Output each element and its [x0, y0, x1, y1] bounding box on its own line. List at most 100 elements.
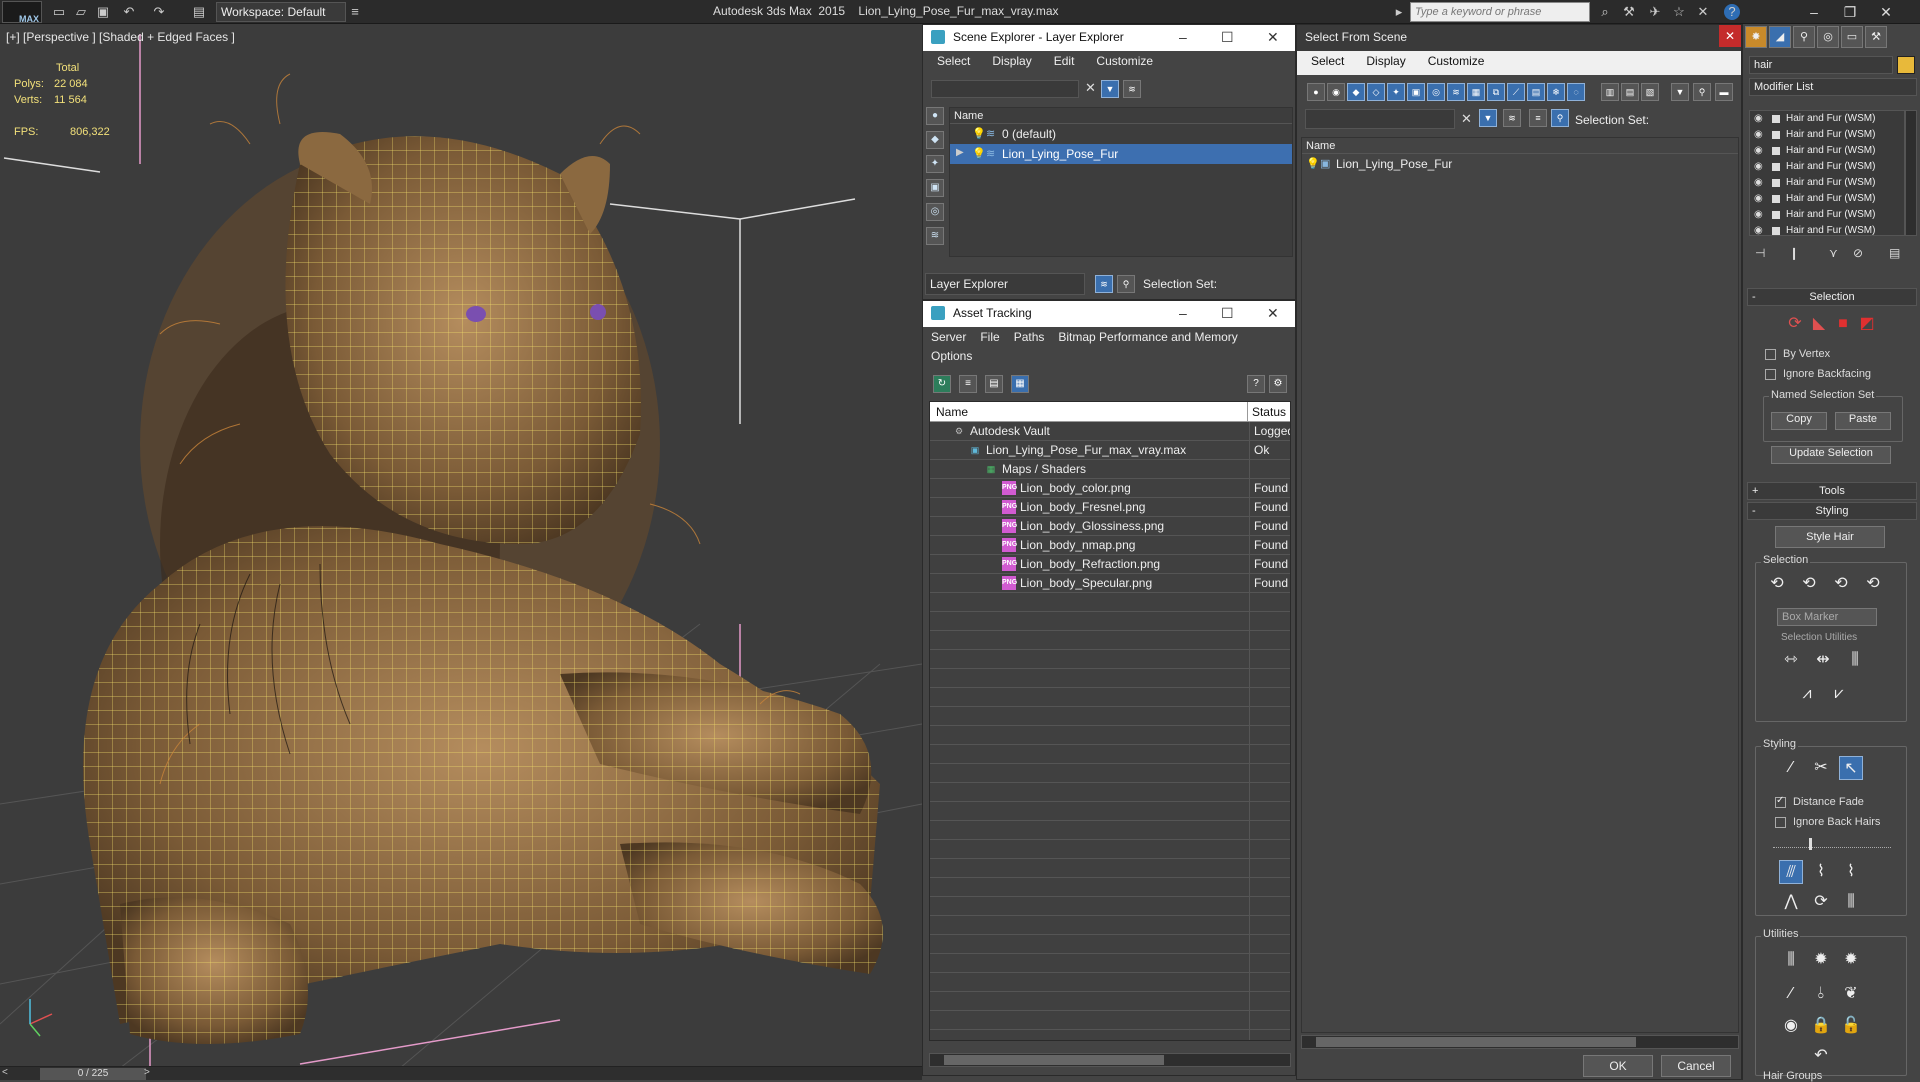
menu-file[interactable]: File [980, 330, 999, 346]
modifier-stack-scrollbar[interactable] [1905, 110, 1917, 236]
show-end-result-icon[interactable]: ❙ [1789, 246, 1799, 260]
hair-cut-icon[interactable]: ✂ [1809, 756, 1833, 780]
sort-icon[interactable]: ▤ [1621, 83, 1639, 101]
containers-icon[interactable]: ▤ [1527, 83, 1545, 101]
sfs-horizontal-scrollbar[interactable] [1301, 1035, 1739, 1049]
lightbulb-icon[interactable]: 💡 [1306, 157, 1320, 170]
modifier-stack-item[interactable]: ◉ Hair and Fur (WSM) [1750, 111, 1904, 127]
communication-icon[interactable]: ✈ [1646, 3, 1664, 21]
asset-row[interactable]: PNG Lion_body_nmap.png Found [930, 536, 1290, 555]
hide-selected-icon[interactable]: ⩘ [1795, 682, 1819, 706]
redo-icon[interactable]: ↷ [150, 3, 168, 21]
remove-modifier-icon[interactable]: ⊘ [1853, 246, 1863, 260]
update-selection-button[interactable]: Update Selection [1771, 446, 1891, 464]
refresh-icon[interactable]: ↻ [933, 375, 951, 393]
select-from-scene-search-input[interactable] [1305, 109, 1455, 129]
show-hidden-icon[interactable]: ⩗ [1827, 682, 1851, 706]
menu-edit[interactable]: Edit [1054, 54, 1075, 70]
style-hair-button[interactable]: Style Hair [1775, 526, 1885, 548]
motion-tab-icon[interactable]: ◎ [1817, 26, 1839, 48]
menu-customize[interactable]: Customize [1096, 54, 1153, 70]
space-warps-icon[interactable]: ≋ [1447, 83, 1465, 101]
polygon-icon[interactable]: ■ [1831, 312, 1855, 336]
layer-tools-icon[interactable]: ≋ [1123, 80, 1141, 98]
hidden-icon[interactable]: ◌ [1567, 83, 1585, 101]
lightbulb-icon[interactable]: 💡 [972, 147, 986, 160]
select-by-root-icon[interactable]: ⟲ [1861, 572, 1885, 596]
menu-display[interactable]: Display [992, 54, 1031, 70]
filter-icon[interactable]: ▼ [1671, 83, 1689, 101]
modifier-stack-item[interactable]: ◉ Hair and Fur (WSM) [1750, 223, 1904, 235]
filter-icon[interactable]: ▼ [1101, 80, 1119, 98]
modifier-stack-item[interactable]: ◉ Hair and Fur (WSM) [1750, 191, 1904, 207]
viewport-label[interactable]: [+] [Perspective ] [Shaded + Edged Faces… [6, 30, 235, 44]
tools-rollout[interactable]: + Tools [1747, 482, 1917, 500]
col-status-header[interactable]: Status [1248, 402, 1290, 421]
display-none-icon[interactable]: ● [1307, 83, 1325, 101]
geometry-icon[interactable]: ◆ [1347, 83, 1365, 101]
asset-row[interactable]: PNG Lion_body_color.png Found [930, 479, 1290, 498]
maximize-icon[interactable]: ☐ [1221, 305, 1234, 322]
display-tab-icon[interactable]: ▭ [1841, 26, 1863, 48]
clump-icon[interactable]: ⋀ [1779, 890, 1803, 914]
asset-row[interactable]: PNG Lion_body_Refraction.png Found [930, 555, 1290, 574]
cancel-button[interactable]: Cancel [1661, 1055, 1731, 1077]
visibility-eye-icon[interactable]: ◉ [1754, 193, 1763, 204]
undo-icon[interactable]: ↶ [1809, 1044, 1833, 1068]
checkbox[interactable] [1775, 795, 1786, 808]
undo-icon[interactable]: ↶ [120, 3, 138, 21]
display-helpers-icon[interactable]: ◎ [926, 203, 944, 221]
stand-hair-icon[interactable]: ⌇ [1809, 860, 1833, 884]
translate-hair-icon[interactable]: ⫻ [1779, 860, 1803, 884]
settings-icon[interactable]: ⚙ [1269, 375, 1287, 393]
object-color-swatch[interactable] [1897, 56, 1915, 74]
utilities-tab-icon[interactable]: ⚒ [1865, 26, 1887, 48]
asset-row[interactable]: ▦ Maps / Shaders [930, 460, 1290, 479]
selection-rollout[interactable]: - Selection [1747, 288, 1917, 306]
hierarchy-icon[interactable]: ⚲ [1551, 109, 1569, 127]
brush-size-slider[interactable] [1773, 838, 1891, 850]
select-from-scene-titlebar[interactable]: Select From Scene ✕ [1297, 25, 1741, 51]
table-view-icon[interactable]: ▦ [1011, 375, 1029, 393]
toggle-collisions-icon[interactable]: ⁄ [1779, 982, 1803, 1006]
pin-stack-icon[interactable]: ⊣ [1755, 246, 1765, 260]
menu-select[interactable]: Select [1311, 54, 1344, 72]
asset-tracking-titlebar[interactable]: Asset Tracking – ☐ ✕ [923, 301, 1295, 327]
display-lights-icon[interactable]: ✦ [926, 155, 944, 173]
bones-icon[interactable]: ⟋ [1507, 83, 1525, 101]
lock-icon[interactable]: 🔒 [1809, 1014, 1833, 1038]
rotate-hair-icon[interactable]: ⟳ [1809, 890, 1833, 914]
help-icon[interactable]: ? [1247, 375, 1265, 393]
minimize-icon[interactable]: – [1179, 29, 1187, 45]
expand-arrow-icon[interactable]: ▶ [956, 147, 964, 158]
distance-fade-checkbox[interactable]: Distance Fade [1775, 795, 1864, 808]
checkbox[interactable] [1765, 349, 1776, 360]
select-hair-by-end-icon[interactable]: ⟲ [1765, 572, 1789, 596]
layer-tools-icon[interactable]: ≋ [1503, 109, 1521, 127]
workspace-menu-icon[interactable]: ≡ [346, 3, 364, 21]
rotate-selection-icon[interactable]: ⇹ [1811, 648, 1835, 672]
workspace-dropdown[interactable]: Workspace: Default [216, 2, 346, 22]
new-file-icon[interactable]: ▭ [50, 3, 68, 21]
tree-row-lion-layer[interactable]: ▶ 💡 ≋ Lion_Lying_Pose_Fur [950, 144, 1292, 164]
display-all-icon[interactable]: ◉ [1327, 83, 1345, 101]
menu-select[interactable]: Select [937, 54, 970, 70]
modifier-stack-item[interactable]: ◉ Hair and Fur (WSM) [1750, 175, 1904, 191]
visibility-eye-icon[interactable]: ◉ [1754, 129, 1763, 140]
visibility-eye-icon[interactable]: ◉ [1754, 113, 1763, 124]
app-logo[interactable]: MAX [2, 1, 42, 24]
layer-explorer-icon[interactable]: ≋ [1095, 275, 1113, 293]
list-col-name[interactable]: Name [1302, 138, 1738, 154]
project-folder-icon[interactable]: ▤ [190, 3, 208, 21]
infocenter-arrow-icon[interactable]: ▸ [1390, 3, 1408, 21]
display-shapes-icon[interactable]: ◆ [926, 131, 944, 149]
tree-col-name[interactable]: Name [950, 108, 1292, 124]
hierarchy-tab-icon[interactable]: ⚲ [1793, 26, 1815, 48]
scene-explorer-search-input[interactable] [931, 80, 1079, 98]
subscription-icon[interactable]: ⚒ [1620, 3, 1638, 21]
clear-search-icon[interactable]: ✕ [1085, 80, 1096, 96]
guides-icon[interactable]: ⟳ [1783, 312, 1807, 336]
modifier-stack-item[interactable]: ◉ Hair and Fur (WSM) [1750, 143, 1904, 159]
asset-row[interactable]: ⚙ Autodesk Vault Logged [930, 422, 1290, 441]
puff-roots-icon[interactable]: ⌇ [1839, 860, 1863, 884]
